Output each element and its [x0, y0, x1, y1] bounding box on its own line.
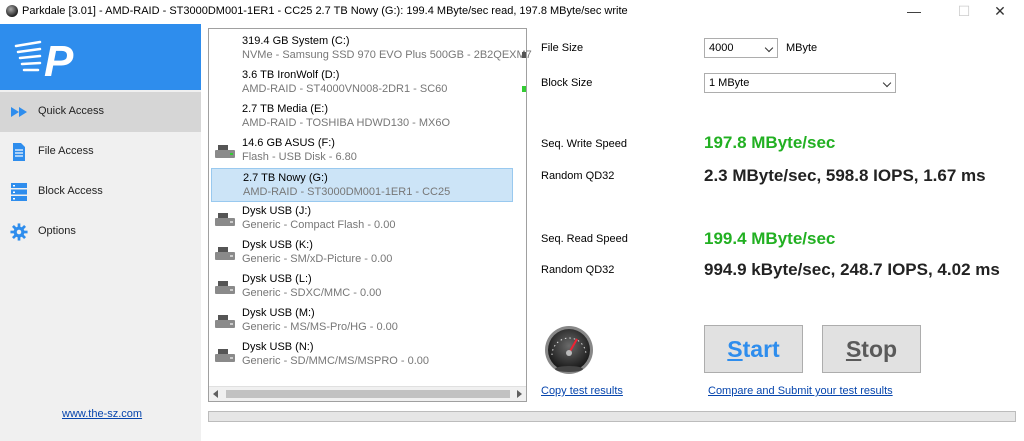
drive-detail: AMD-RAID - ST3000DM001-1ER1 - CC25: [243, 186, 451, 198]
drive-detail: AMD-RAID - TOSHIBA HDWD130 - MX6O: [242, 117, 451, 129]
block-size-value: 1 MByte: [709, 77, 750, 89]
drive-name: 14.6 GB ASUS (F:): [242, 137, 335, 149]
random-read-label: Random QD32: [541, 264, 615, 276]
drive-item-selected[interactable]: 2.7 TB Nowy (G:) AMD-RAID - ST3000DM001-…: [211, 168, 513, 202]
drive-detail: AMD-RAID - ST4000VN008-2DR1 - SC60: [242, 83, 448, 95]
sidebar-item-label: Options: [38, 225, 76, 237]
block-size-label: Block Size: [541, 77, 593, 89]
gear-icon: [10, 223, 28, 241]
usb-drive-icon: [215, 247, 235, 260]
title-bar: Parkdale [3.01] - AMD-RAID - ST3000DM001…: [0, 0, 1024, 24]
file-size-value: 4000: [709, 42, 734, 54]
sidebar-item-quick-access[interactable]: Quick Access: [0, 92, 201, 132]
usb-drive-icon: [215, 213, 235, 226]
sidebar-item-file-access[interactable]: File Access: [0, 132, 201, 172]
svg-text:P: P: [44, 37, 74, 82]
speedometer-icon: [545, 326, 593, 374]
app-logo: P: [0, 24, 201, 90]
drive-detail: Generic - SD/MMC/MS/MSPRO - 0.00: [242, 355, 430, 367]
sidebar-item-options[interactable]: Options: [0, 212, 201, 252]
chevron-down-icon: [882, 78, 892, 88]
drive-name: Dysk USB (K:): [242, 239, 313, 251]
drive-name: 2.7 TB Nowy (G:): [243, 172, 328, 184]
minimize-button[interactable]: —: [892, 0, 936, 24]
sidebar-item-block-access[interactable]: Block Access: [0, 172, 201, 212]
drive-item[interactable]: 319.4 GB System (C:) NVMe - Samsung SSD …: [211, 32, 532, 66]
seq-write-value: 197.8 MByte/sec: [704, 133, 836, 152]
drive-name: Dysk USB (L:): [242, 273, 312, 285]
sidebar-item-label: Block Access: [38, 185, 103, 197]
drive-detail: Generic - SDXC/MMC - 0.00: [242, 287, 382, 299]
scroll-left-icon[interactable]: [213, 390, 218, 398]
drive-item[interactable]: Dysk USB (K:) Generic - SM/xD-Picture - …: [211, 236, 513, 270]
drive-detail: NVMe - Samsung SSD 970 EVO Plus 500GB - …: [242, 49, 532, 61]
block-size-select[interactable]: 1 MByte: [704, 73, 896, 93]
drive-list[interactable]: 319.4 GB System (C:) NVMe - Samsung SSD …: [208, 28, 532, 402]
sidebar: P Quick Access File Access Block Access: [0, 24, 201, 441]
close-button[interactable]: ✕: [978, 0, 1022, 24]
random-read-value: 994.9 kByte/sec, 248.7 IOPS, 4.02 ms: [704, 260, 1000, 279]
drive-detail: Generic - SM/xD-Picture - 0.00: [242, 253, 393, 265]
drive-name: 319.4 GB System (C:): [242, 35, 350, 47]
copy-results-link[interactable]: Copy test results: [541, 385, 623, 397]
drive-name: Dysk USB (J:): [242, 205, 312, 217]
scrollbar-thumb[interactable]: [226, 390, 510, 398]
drive-item[interactable]: 2.7 TB Media (E:) AMD-RAID - TOSHIBA HDW…: [211, 100, 513, 134]
seq-read-value: 199.4 MByte/sec: [704, 229, 836, 248]
chevron-down-icon: [764, 43, 774, 53]
parkdale-logo-icon: P: [14, 37, 74, 82]
compare-results-link[interactable]: Compare and Submit your test results: [708, 385, 893, 397]
seq-write-label: Seq. Write Speed: [541, 138, 628, 150]
start-button[interactable]: Start: [704, 325, 803, 373]
document-icon: [13, 143, 25, 161]
drive-item[interactable]: Dysk USB (L:) Generic - SDXC/MMC - 0.00: [211, 270, 513, 304]
drive-name: 3.6 TB IronWolf (D:): [242, 69, 340, 81]
drive-detail: Flash - USB Disk - 6.80: [242, 151, 357, 163]
stop-button[interactable]: Stop: [822, 325, 921, 373]
drive-name: 2.7 TB Media (E:): [242, 103, 328, 115]
progress-bar: [208, 411, 1016, 422]
drive-name: Dysk USB (N:): [242, 341, 314, 353]
drive-detail: Generic - Compact Flash - 0.00: [242, 219, 396, 231]
file-size-unit: MByte: [786, 42, 818, 54]
drive-item[interactable]: Dysk USB (M:) Generic - MS/MS-Pro/HG - 0…: [211, 304, 513, 338]
drive-name: Dysk USB (M:): [242, 307, 315, 319]
server-icon: [11, 183, 27, 201]
file-size-label: File Size: [541, 42, 584, 54]
usb-drive-icon: [215, 145, 235, 158]
sidebar-item-label: Quick Access: [38, 105, 105, 117]
usb-drive-icon: [215, 315, 235, 328]
random-write-value: 2.3 MByte/sec, 598.8 IOPS, 1.67 ms: [704, 166, 986, 185]
drive-item[interactable]: 3.6 TB IronWolf (D:) AMD-RAID - ST4000VN…: [211, 66, 513, 100]
window-title: Parkdale [3.01] - AMD-RAID - ST3000DM001…: [22, 5, 628, 17]
list-marker: [522, 86, 526, 92]
horizontal-scrollbar[interactable]: [209, 386, 526, 401]
drive-detail: Generic - MS/MS-Pro/HG - 0.00: [242, 321, 398, 333]
drive-item[interactable]: Dysk USB (J:) Generic - Compact Flash - …: [211, 202, 513, 236]
drive-item[interactable]: 14.6 GB ASUS (F:) Flash - USB Disk - 6.8…: [211, 134, 513, 168]
scroll-right-icon[interactable]: [517, 390, 522, 398]
app-icon: [6, 5, 18, 17]
drive-item[interactable]: Dysk USB (N:) Generic - SD/MMC/MS/MSPRO …: [211, 338, 513, 372]
usb-drive-icon: [215, 349, 235, 362]
website-link[interactable]: www.the-sz.com: [62, 408, 142, 420]
seq-read-label: Seq. Read Speed: [541, 233, 628, 245]
usb-drive-icon: [215, 281, 235, 294]
file-size-select[interactable]: 4000: [704, 38, 778, 58]
list-marker: [522, 52, 526, 58]
sidebar-item-label: File Access: [38, 145, 94, 157]
fast-forward-icon: [11, 107, 27, 117]
random-write-label: Random QD32: [541, 170, 615, 182]
